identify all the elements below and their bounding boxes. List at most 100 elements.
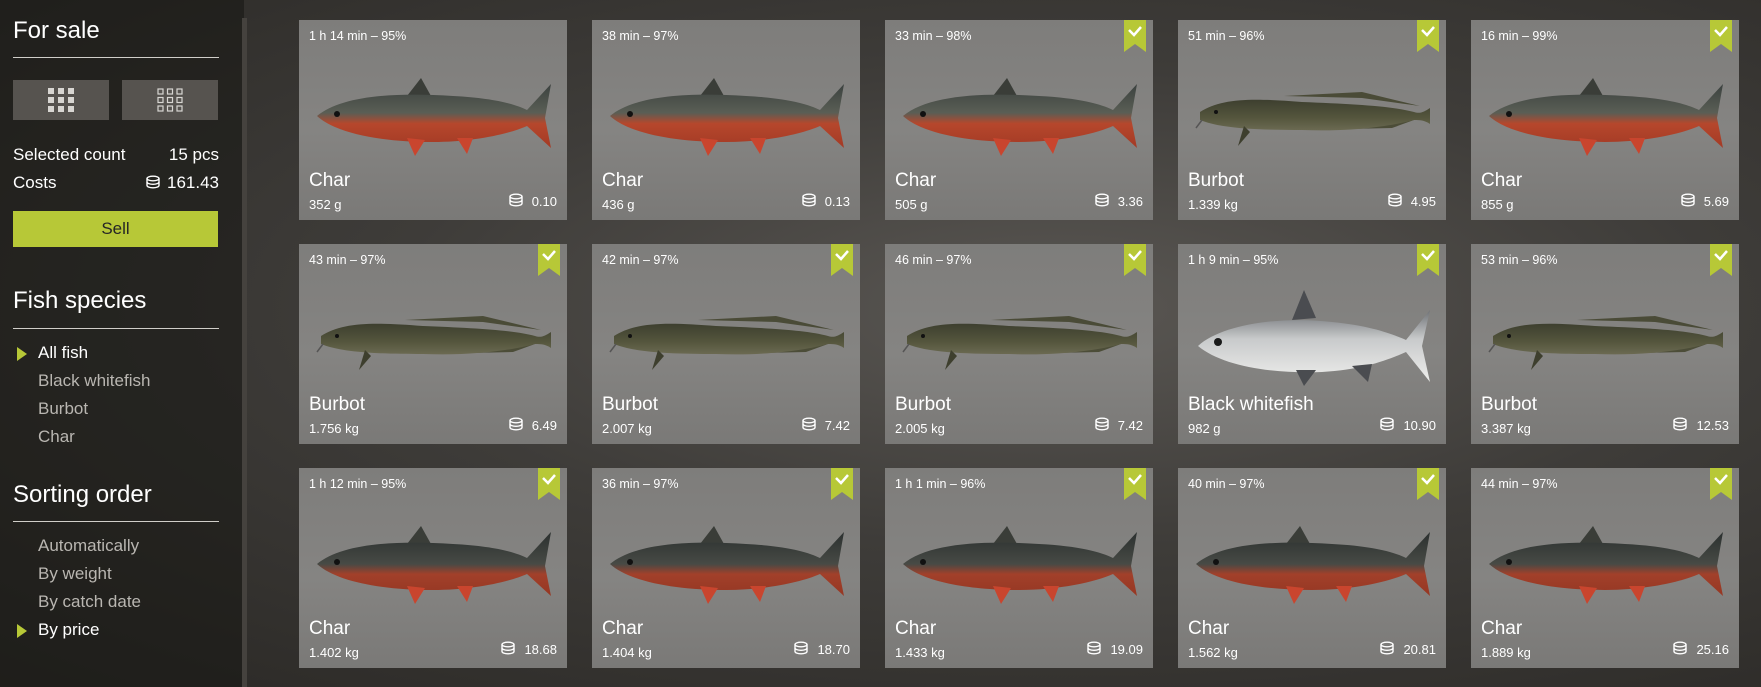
species-item-char[interactable]: Char — [38, 427, 75, 447]
fish-name: Char — [309, 170, 351, 191]
species-item-black-whitefish[interactable]: Black whitefish — [38, 371, 150, 391]
coin-stack-icon — [1087, 641, 1102, 655]
fish-card[interactable]: 42 min – 97% Burbot 2.007 kg 7.42 — [592, 244, 860, 444]
selected-count-row: Selected count 15 pcs — [13, 145, 219, 165]
fish-card[interactable]: 1 h 14 min – 95% Char 352 g 0.10 — [299, 20, 567, 220]
burbot-fish-image — [1195, 92, 1430, 146]
grid-small-icon — [157, 88, 183, 112]
fish-price: 18.68 — [500, 641, 557, 657]
fish-weight: 1.562 kg — [1188, 645, 1238, 660]
coin-stack-icon — [508, 417, 523, 431]
sorting-order-title: Sorting order — [13, 481, 152, 508]
char-fish-image — [610, 526, 844, 604]
species-item-all-fish[interactable]: All fish — [38, 343, 88, 363]
coin-stack-icon — [1680, 193, 1695, 207]
fish-card[interactable]: 44 min – 97% Char 1.889 kg 25.16 — [1471, 468, 1739, 668]
char-fish-image — [903, 526, 1137, 604]
fish-name: Burbot — [309, 394, 365, 415]
catch-time-freshness: 51 min – 96% — [1188, 29, 1265, 43]
char-fish-image — [317, 526, 551, 604]
fish-name: Char — [602, 618, 644, 639]
costs-value-group: 161.43 — [145, 173, 219, 193]
fish-price-value: 25.16 — [1696, 641, 1729, 657]
fish-price: 0.13 — [801, 193, 850, 209]
fish-price-value: 4.95 — [1410, 193, 1436, 209]
view-large-grid-button[interactable] — [13, 80, 109, 120]
check-bookmark-icon — [1417, 20, 1439, 52]
check-bookmark-icon — [1710, 20, 1732, 52]
fish-name: Black whitefish — [1188, 394, 1314, 415]
catch-time-freshness: 46 min – 97% — [895, 253, 972, 267]
fish-card[interactable]: 36 min – 97% Char 1.404 kg 18.70 — [592, 468, 860, 668]
fish-price-value: 5.69 — [1703, 193, 1729, 209]
catch-time-freshness: 1 h 14 min – 95% — [309, 29, 407, 43]
fish-price: 4.95 — [1387, 193, 1436, 209]
fish-weight: 1.433 kg — [895, 645, 945, 660]
fish-price: 7.42 — [801, 417, 850, 433]
fish-name: Char — [1188, 618, 1230, 639]
sort-item-automatically[interactable]: Automatically — [38, 536, 139, 556]
fish-card[interactable]: 1 h 1 min – 96% Char 1.433 kg 19.09 — [885, 468, 1153, 668]
fish-price-value: 12.53 — [1696, 417, 1729, 433]
fish-name: Burbot — [1188, 170, 1244, 191]
fish-price: 5.69 — [1680, 193, 1729, 209]
fish-price-value: 20.81 — [1403, 641, 1436, 657]
fish-weight: 3.387 kg — [1481, 421, 1531, 436]
burbot-fish-image — [902, 316, 1137, 370]
sort-item-by-catch-date[interactable]: By catch date — [38, 592, 141, 612]
fish-price-value: 18.70 — [817, 641, 850, 657]
char-fish-image — [1196, 526, 1430, 604]
fish-card[interactable]: 16 min – 99% Char 855 g 5.69 — [1471, 20, 1739, 220]
grid-large-icon — [48, 88, 74, 112]
fish-name: Char — [1481, 170, 1523, 191]
fish-card[interactable]: 46 min – 97% Burbot 2.005 kg 7.42 — [885, 244, 1153, 444]
fish-weight: 1.339 kg — [1188, 197, 1238, 212]
coin-stack-icon — [146, 175, 160, 189]
selected-count-label: Selected count — [13, 145, 126, 164]
fish-name: Char — [895, 618, 937, 639]
view-small-grid-button[interactable] — [122, 80, 218, 120]
fish-card[interactable]: 1 h 9 min – 95% Black whitefish 982 g 10… — [1178, 244, 1446, 444]
sort-item-by-price[interactable]: By price — [38, 620, 99, 640]
coin-stack-icon — [1094, 193, 1109, 207]
fish-card[interactable]: 40 min – 97% Char 1.562 kg 20.81 — [1178, 468, 1446, 668]
catch-time-freshness: 40 min – 97% — [1188, 477, 1265, 491]
fish-price-value: 7.42 — [824, 417, 850, 433]
fish-price-value: 18.68 — [524, 641, 557, 657]
burbot-fish-image — [1488, 316, 1723, 370]
check-bookmark-icon — [1417, 468, 1439, 500]
fish-card[interactable]: 43 min – 97% Burbot 1.756 kg 6.49 — [299, 244, 567, 444]
coin-stack-icon — [508, 193, 523, 207]
fish-name: Char — [602, 170, 644, 191]
check-bookmark-icon — [1417, 244, 1439, 276]
fish-card[interactable]: 1 h 12 min – 95% Char 1.402 kg 18.68 — [299, 468, 567, 668]
catch-time-freshness: 1 h 9 min – 95% — [1188, 253, 1279, 267]
coin-stack-icon — [794, 641, 809, 655]
costs-row: Costs 161.43 — [13, 173, 219, 193]
char-fish-image — [1489, 78, 1723, 156]
fish-price: 20.81 — [1379, 641, 1436, 657]
fish-price-value: 10.90 — [1403, 417, 1436, 433]
fish-price: 25.16 — [1672, 641, 1729, 657]
species-item-burbot[interactable]: Burbot — [38, 399, 88, 419]
fish-price: 18.70 — [793, 641, 850, 657]
coin-stack-icon — [801, 417, 816, 431]
fish-weight: 436 g — [602, 197, 635, 212]
catch-time-freshness: 42 min – 97% — [602, 253, 679, 267]
costs-label: Costs — [13, 173, 57, 192]
fish-price: 10.90 — [1379, 417, 1436, 433]
catch-time-freshness: 38 min – 97% — [602, 29, 679, 43]
triangle-right-icon — [17, 624, 27, 638]
sort-item-by-weight[interactable]: By weight — [38, 564, 112, 584]
fish-card[interactable]: 51 min – 96% Burbot 1.339 kg 4.95 — [1178, 20, 1446, 220]
sell-button[interactable]: Sell — [13, 211, 218, 247]
fish-name: Burbot — [1481, 394, 1537, 415]
coin-stack-icon — [1673, 641, 1688, 655]
selected-count-value: 15 pcs — [168, 145, 219, 164]
divider — [13, 57, 219, 58]
fish-card[interactable]: 33 min – 98% Char 505 g 3.36 — [885, 20, 1153, 220]
fish-card[interactable]: 38 min – 97% Char 436 g 0.13 — [592, 20, 860, 220]
coin-stack-icon — [1380, 417, 1395, 431]
fish-price: 6.49 — [508, 417, 557, 433]
fish-card[interactable]: 53 min – 96% Burbot 3.387 kg 12.53 — [1471, 244, 1739, 444]
